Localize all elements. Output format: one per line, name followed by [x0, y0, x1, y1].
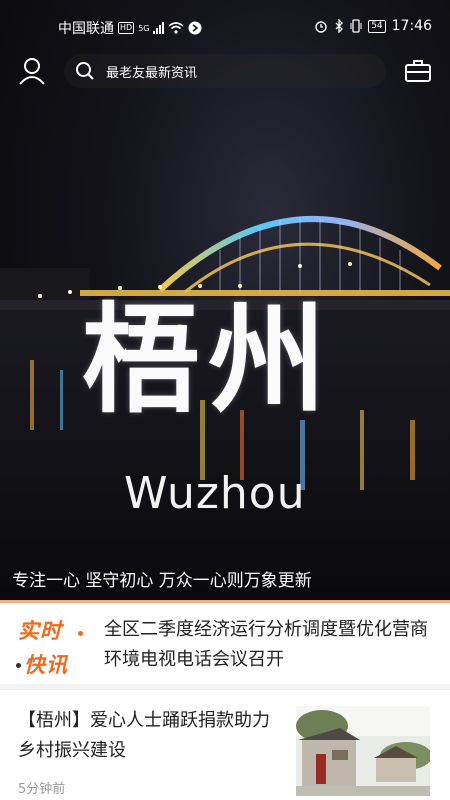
alarm-icon: [315, 21, 327, 33]
battery-icon: 54: [368, 19, 386, 33]
top-bar: 最老友最新资讯: [0, 52, 450, 90]
wifi-icon: [168, 22, 185, 34]
news-thumbnail[interactable]: [296, 706, 430, 796]
flash-logo-line2: 快讯: [24, 653, 68, 677]
briefcase-icon[interactable]: [404, 58, 432, 84]
vibrate-icon: [350, 19, 362, 33]
status-bar: 中国联通 HD 5G 54 17:46: [0, 0, 450, 52]
clock: 17:46: [391, 18, 432, 34]
search-icon: [76, 62, 94, 80]
logo-dot: [16, 663, 21, 668]
search-placeholder: 最老友最新资讯: [106, 65, 198, 81]
hero-banner[interactable]: 中国联通 HD 5G 54 17:46 最老友最新资讯 梧州 Wuzhou 专注…: [0, 0, 450, 600]
user-profile-icon[interactable]: [18, 56, 46, 86]
logo-dot: [78, 631, 83, 636]
hero-slogan: 专注一心 坚守初心 万众一心则万象更新: [12, 571, 312, 591]
hd-badge: HD: [118, 22, 135, 34]
bluetooth-icon: [335, 19, 344, 33]
nfc-icon: [188, 21, 202, 35]
flash-news-strip[interactable]: 实时 快讯 全区二季度经济运行分析调度暨优化营商环境电视电话会议召开: [0, 600, 450, 684]
news-timestamp: 5分钟前: [18, 782, 66, 797]
carrier-label: 中国联通: [58, 21, 114, 37]
news-list-item[interactable]: 【梧州】爱心人士踊跃捐款助力乡村振兴建设 5分钟前: [0, 690, 450, 800]
signal-icon: [153, 22, 165, 34]
flash-news-headline[interactable]: 全区二季度经济运行分析调度暨优化营商环境电视电话会议召开: [104, 615, 444, 675]
flash-news-logo: 实时 快讯: [14, 609, 94, 679]
news-title[interactable]: 【梧州】爱心人士踊跃捐款助力乡村振兴建设: [18, 706, 280, 766]
network-type: 5G: [138, 23, 150, 33]
hero-city-title: 梧州: [82, 290, 335, 429]
flash-logo-line1: 实时: [18, 619, 62, 643]
hero-city-english: Wuzhou: [124, 468, 306, 519]
search-bar[interactable]: 最老友最新资讯: [64, 54, 386, 88]
